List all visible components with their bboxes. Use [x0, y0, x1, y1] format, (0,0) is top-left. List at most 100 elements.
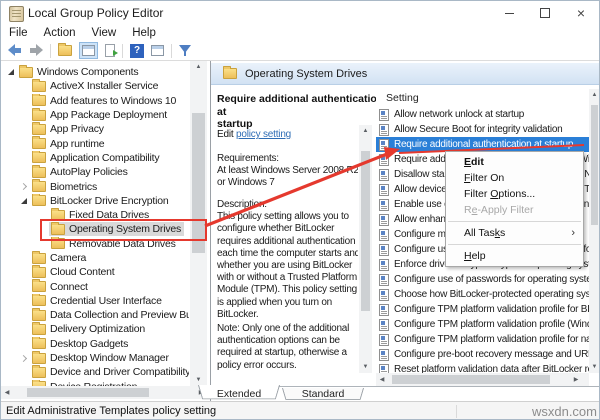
edit-policy-line: Edit policy setting [217, 129, 291, 140]
tree-item[interactable]: ActiveX Installer Service [1, 79, 189, 93]
panel-divider[interactable] [210, 61, 211, 401]
tree-item[interactable]: Delivery Optimization [1, 322, 189, 336]
tree-horizontal-scrollbar[interactable]: ◀ ▶ [1, 386, 207, 399]
help-icon[interactable] [130, 44, 144, 58]
status-text: Edit Administrative Templates policy set… [6, 402, 216, 420]
menu-item[interactable]: File [1, 27, 36, 39]
tree-item[interactable]: Windows Components [1, 65, 189, 79]
tree-item[interactable]: Biometrics [1, 179, 189, 193]
tree-item[interactable]: Cloud Content [1, 265, 189, 279]
tree-item[interactable]: Camera [1, 251, 189, 265]
tree-chevron-icon[interactable] [5, 69, 17, 75]
tree-item[interactable]: Application Compatibility [1, 151, 189, 165]
setting-row[interactable]: Require additional authentication at sta… [376, 137, 589, 152]
tree-item[interactable]: Desktop Window Manager [1, 351, 189, 365]
scroll-right-icon[interactable]: ▶ [570, 373, 582, 386]
setting-row[interactable]: Choose how BitLocker-protected operating… [376, 287, 589, 302]
tree-item[interactable]: Desktop Gadgets [1, 337, 189, 351]
list-vertical-scrollbar[interactable]: ▲ ▼ [589, 89, 600, 373]
folder-icon [32, 181, 46, 192]
settings-column-header[interactable]: Setting [376, 89, 589, 107]
context-menu-item[interactable] [448, 221, 581, 222]
folder-icon [32, 124, 46, 135]
tree-item-label: BitLocker Drive Encryption [50, 195, 169, 207]
filter-icon[interactable] [179, 44, 191, 57]
setting-row[interactable]: Configure use of passwords for operating… [376, 272, 589, 287]
tree-item-label: Removable Data Drives [69, 238, 176, 250]
tree-item[interactable]: Operating System Drives [1, 222, 189, 236]
scroll-up-icon[interactable]: ▲ [589, 89, 600, 101]
tree-item-label: Device and Driver Compatibility [50, 366, 189, 378]
tree-item-label: Delivery Optimization [50, 323, 145, 335]
setting-row[interactable]: Reset platform validation data after Bit… [376, 362, 589, 373]
folder-icon [32, 324, 46, 335]
setting-row[interactable]: Configure pre-boot recovery message and … [376, 347, 589, 362]
context-menu-item[interactable]: Re-Apply Filter [446, 202, 583, 218]
tree-chevron-icon[interactable] [18, 198, 30, 204]
scroll-up-icon[interactable]: ▲ [190, 61, 207, 73]
maximize-button[interactable] [527, 1, 563, 25]
tree-chevron-icon[interactable] [18, 184, 30, 189]
close-button[interactable]: × [563, 1, 599, 25]
policy-setting-icon [379, 184, 389, 196]
policy-setting-icon [379, 139, 389, 151]
scroll-left-icon[interactable]: ◀ [1, 386, 13, 399]
menu-item[interactable]: View [84, 27, 125, 39]
tree-item[interactable]: Add features to Windows 10 [1, 94, 189, 108]
context-menu-item[interactable]: All Tasks › [446, 225, 583, 241]
gpedit-app-icon [9, 6, 24, 22]
menu-item[interactable]: Action [36, 27, 84, 39]
tree-vertical-scrollbar[interactable]: ▲ ▼ [190, 61, 207, 386]
setting-label: Configure use of passwords for operating… [394, 274, 589, 285]
menu-item[interactable]: Help [124, 27, 164, 39]
show-console-tree-toggle[interactable] [79, 42, 98, 59]
tree-item[interactable]: Credential User Interface [1, 294, 189, 308]
tree-item[interactable]: Fixed Data Drives [1, 208, 189, 222]
setting-row[interactable]: Allow network unlock at startup [376, 107, 589, 122]
setting-row[interactable]: Allow Secure Boot for integrity validati… [376, 122, 589, 137]
tree-item[interactable]: BitLocker Drive Encryption [1, 194, 189, 208]
scroll-up-icon[interactable]: ▲ [359, 125, 372, 137]
scroll-down-icon[interactable]: ▼ [589, 361, 600, 373]
show-action-pane-icon[interactable] [151, 45, 164, 56]
tree-chevron-icon[interactable] [18, 356, 30, 361]
tree-item[interactable]: Connect [1, 279, 189, 293]
tree-item[interactable]: App Package Deployment [1, 108, 189, 122]
maximize-icon [540, 8, 550, 18]
back-icon[interactable] [8, 44, 22, 57]
description-scrollbar[interactable]: ▲ ▼ [359, 125, 372, 373]
policy-setting-link[interactable]: policy setting [236, 129, 291, 140]
view-tab[interactable]: Extended [198, 387, 280, 401]
setting-label: Reset platform validation data after Bit… [394, 364, 589, 373]
tree-item-label: Add features to Windows 10 [50, 95, 176, 107]
context-menu-item[interactable]: Filter On [446, 170, 583, 186]
context-menu: Edit Filter On Filter Options... Re-Appl… [445, 151, 584, 267]
folder-icon [32, 367, 46, 378]
tree-item[interactable]: Removable Data Drives [1, 237, 189, 251]
export-list-icon[interactable] [105, 44, 115, 57]
context-menu-item[interactable]: Edit [446, 154, 583, 170]
view-tab[interactable]: Standard [282, 387, 364, 401]
scroll-down-icon[interactable]: ▼ [359, 361, 372, 373]
tree-item[interactable]: AutoPlay Policies [1, 165, 189, 179]
setting-row[interactable]: Configure TPM platform validation profil… [376, 332, 589, 347]
context-menu-item[interactable]: Filter Options... [446, 186, 583, 202]
tree-item[interactable]: App Privacy [1, 122, 189, 136]
tree-item-label: Credential User Interface [50, 295, 162, 307]
context-menu-item[interactable] [448, 244, 581, 245]
setting-label: Allow Secure Boot for integrity validati… [394, 124, 562, 135]
setting-row[interactable]: Configure TPM platform validation profil… [376, 317, 589, 332]
local-group-policy-editor-window: Local Group Policy Editor × FileActionVi… [0, 0, 600, 420]
context-menu-item[interactable]: Help [446, 248, 583, 264]
tree-item[interactable]: Data Collection and Preview Builds [1, 308, 189, 322]
tree-item[interactable]: App runtime [1, 136, 189, 150]
tree-item-label: Camera [50, 252, 86, 264]
scroll-left-icon[interactable]: ◀ [376, 373, 388, 386]
minimize-button[interactable] [491, 1, 527, 25]
setting-row[interactable]: Configure TPM platform validation profil… [376, 302, 589, 317]
tree-item[interactable]: Device and Driver Compatibility [1, 365, 189, 379]
up-one-level-icon[interactable] [58, 45, 72, 56]
list-horizontal-scrollbar[interactable]: ◀ ▶ [376, 373, 589, 386]
status-divider [456, 405, 457, 418]
forward-icon[interactable] [29, 44, 43, 57]
